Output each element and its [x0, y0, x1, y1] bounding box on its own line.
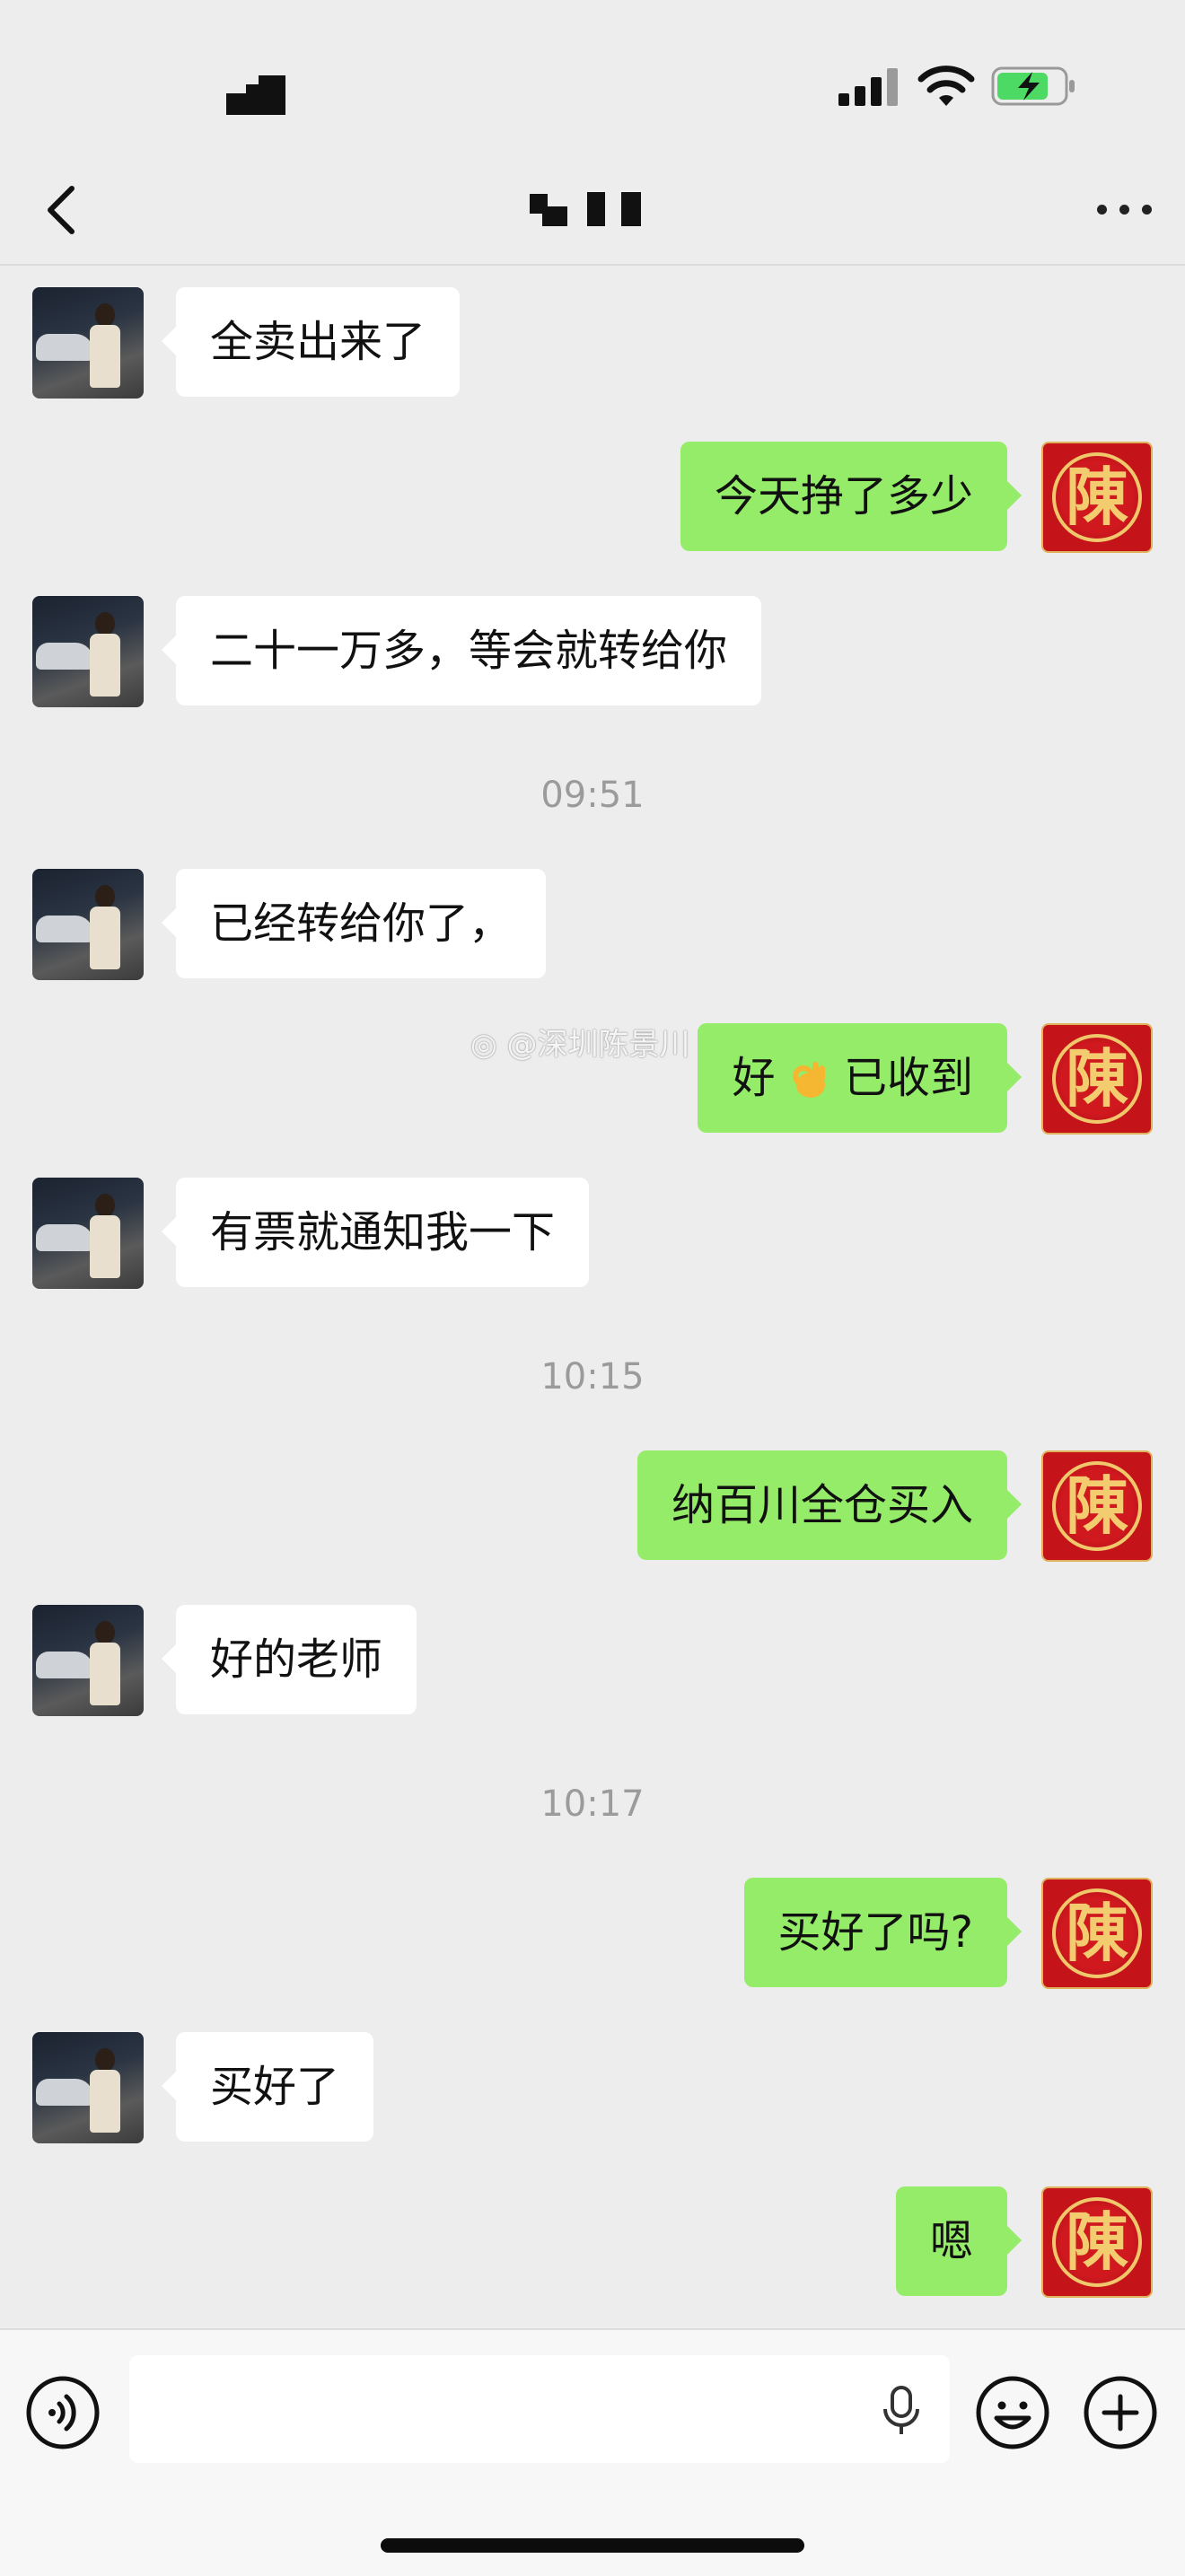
message-text: 已收到 [843, 1053, 973, 1103]
weibo-logo-icon: ◎ [470, 1027, 497, 1063]
my-avatar[interactable]: 陳 [1041, 2186, 1153, 2298]
status-time-redacted [226, 75, 285, 115]
message-bubble-incoming[interactable]: 全卖出来了 [161, 287, 461, 397]
ok-hand-emoji-icon [792, 1062, 825, 1098]
message-timestamp: 10:17 [540, 1783, 645, 1825]
friend-avatar[interactable] [32, 287, 144, 399]
friend-avatar[interactable] [32, 2032, 144, 2143]
message-timestamp: 09:51 [540, 775, 645, 816]
my-avatar[interactable]: 陳 [1041, 1450, 1153, 1562]
friend-avatar[interactable] [32, 869, 144, 980]
my-avatar[interactable]: 陳 [1041, 442, 1153, 553]
wifi-icon [917, 66, 975, 106]
message-bubble-outgoing[interactable]: 买好了吗? [743, 1878, 1023, 1987]
emoji-icon[interactable] [975, 2375, 1050, 2450]
chat-header [0, 162, 1185, 266]
message-input[interactable] [129, 2355, 950, 2463]
plus-icon[interactable] [1083, 2375, 1158, 2450]
my-avatar[interactable]: 陳 [1041, 1023, 1153, 1135]
chevron-left-icon[interactable] [40, 180, 83, 241]
input-bar [0, 2328, 1185, 2576]
status-bar [0, 0, 1185, 162]
voice-icon[interactable] [25, 2375, 101, 2450]
battery-charging-icon [991, 66, 1075, 106]
message-bubble-incoming[interactable]: 好的老师 [161, 1605, 417, 1714]
weibo-watermark: ◎ @深圳陈景川 [470, 1018, 689, 1072]
signal-icon [838, 66, 901, 106]
message-bubble-incoming[interactable]: 二十一万多，等会就转给你 [161, 596, 762, 705]
friend-avatar[interactable] [32, 1178, 144, 1289]
message-bubble-incoming[interactable]: 买好了 [161, 2032, 374, 2142]
friend-avatar[interactable] [32, 596, 144, 707]
message-bubble-outgoing[interactable]: 好 已收到 [698, 1023, 1022, 1133]
message-bubble-outgoing[interactable]: 嗯 [895, 2186, 1023, 2296]
home-indicator[interactable] [381, 2538, 804, 2553]
message-bubble-outgoing[interactable]: 纳百川全仓买入 [636, 1450, 1023, 1560]
chat-title-redacted [530, 188, 646, 230]
message-bubble-incoming[interactable]: 有票就通知我一下 [161, 1178, 590, 1287]
message-bubble-outgoing[interactable]: 今天挣了多少 [680, 442, 1023, 551]
message-timestamp: 10:15 [540, 1356, 645, 1398]
mic-icon[interactable] [880, 2384, 923, 2438]
message-bubble-incoming[interactable]: 已经转给你了， [161, 869, 547, 978]
message-list: 全卖出来了 陳 今天挣了多少 二十一万多，等会就转给你 09:51 已经转给你了… [0, 266, 1185, 2330]
watermark-text: @深圳陈景川 [506, 1027, 690, 1063]
my-avatar[interactable]: 陳 [1041, 1878, 1153, 1989]
message-text: 好 [732, 1053, 776, 1103]
more-dots-icon[interactable] [1093, 192, 1156, 228]
friend-avatar[interactable] [32, 1605, 144, 1716]
